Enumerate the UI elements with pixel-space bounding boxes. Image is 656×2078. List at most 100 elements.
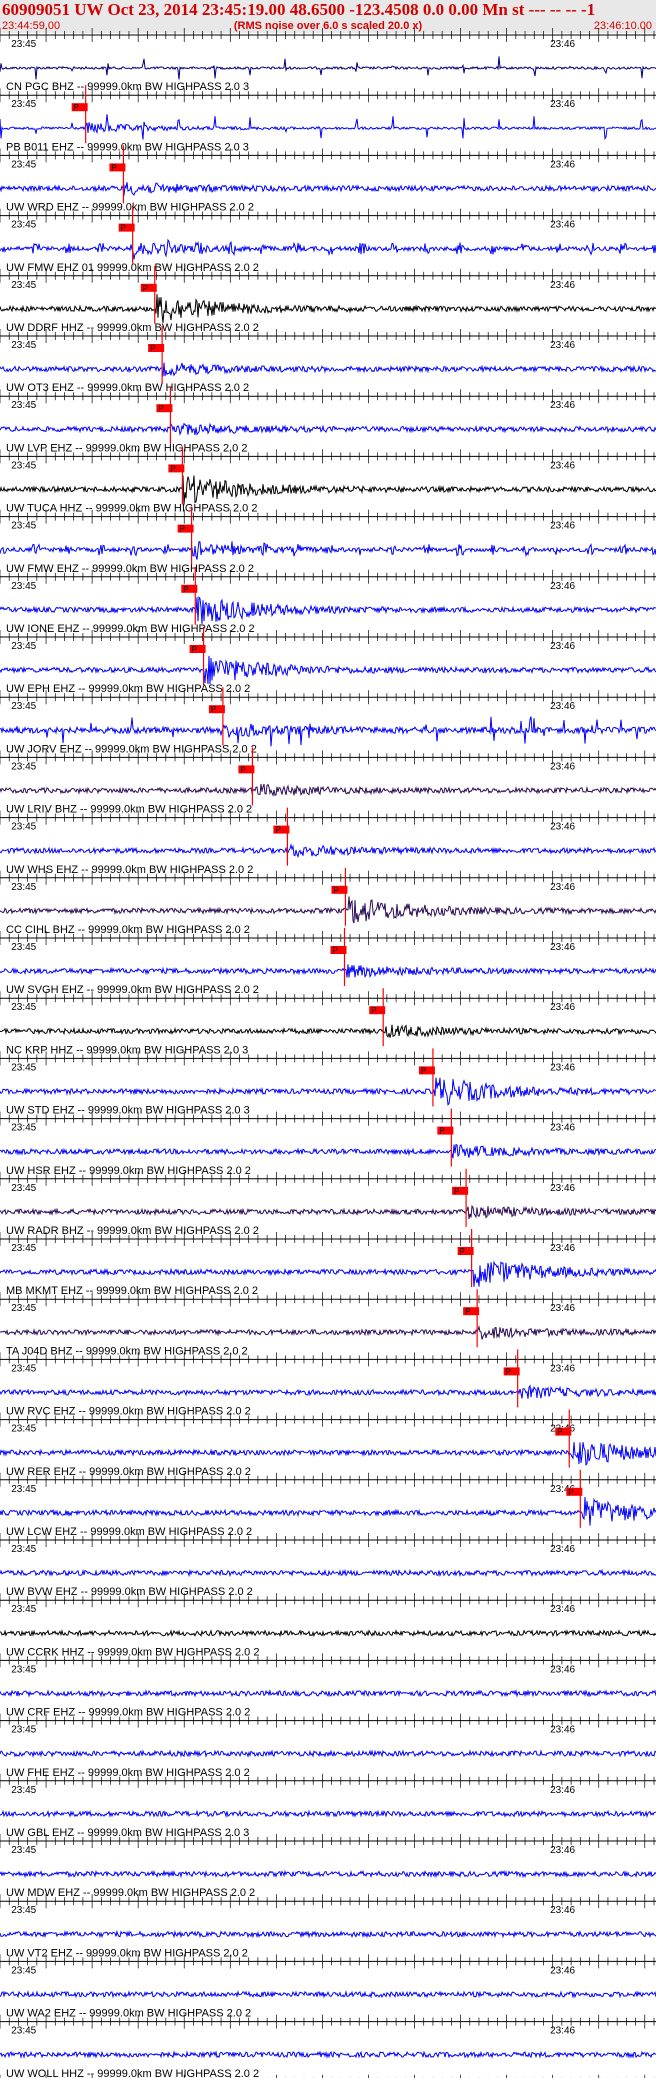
station-label: UW FMW EHZ -- 99999.0km BW HIGHPASS 2.0 … [6,563,254,575]
waveform-trace [0,1324,656,1340]
time-tick-label: 23:45 [11,822,36,833]
pick-label: P [143,284,148,293]
station-label: UW VT2 EHZ -- 99999.0km BW HIGHPASS 2.0 … [6,1947,248,1959]
time-tick-label: 23:45 [11,1183,36,1194]
time-tick-label: 23:46 [550,220,575,231]
waveform-trace [0,56,656,80]
pick-label: P [183,585,188,594]
time-tick-label: 23:45 [11,942,36,953]
time-tick-label: 23:45 [11,1905,36,1916]
waveform-trace [0,1990,656,1999]
waveform-trace [0,1869,656,1879]
station-label: UW CCRK HHZ -- 99999.0km BW HIGHPASS 2.0… [6,1646,259,1658]
station-label: UW FHE EHZ -- 99999.0km BW HIGHPASS 2.0 … [6,1767,250,1779]
station-label: NC KRP HHZ -- 99999.0km BW HIGHPASS 2.0 … [6,1044,248,1056]
time-tick-label: 23:45 [11,1544,36,1555]
time-tick-label: 23:45 [11,641,36,652]
time-tick-label: 23:46 [550,1785,575,1796]
waveform-trace [0,2050,656,2060]
waveform-trace [0,1496,656,1526]
waveform-trace [0,294,656,323]
time-tick-label: 23:45 [11,1785,36,1796]
time-tick-label: 23:46 [550,400,575,411]
waveform-trace [0,362,656,377]
time-tick-label: 23:46 [550,822,575,833]
station-label: UW CRF EHZ -- 99999.0km BW HIGHPASS 2.0 … [6,1707,250,1719]
time-tick-label: 23:46 [550,581,575,592]
time-tick-label: 23:46 [550,1604,575,1615]
pick-label: P [439,1127,444,1136]
waveform-trace [0,1749,656,1758]
station-label: UW OT3 EHZ -- 99999.0km BW HIGHPASS 2.0 … [6,382,249,394]
pick-label: P [170,464,175,473]
time-tick-label: 23:46 [550,460,575,471]
seismogram-plot: 23:45 23:46 23:45 23:46 CN PGC BHZ -- 99999.… [0,28,656,2078]
time-tick-label: 23:46 [550,1544,575,1555]
pick-label: P [371,1006,376,1015]
time-tick-label: 23:46 [550,1664,575,1675]
waveform-trace [0,1809,656,1819]
pick-label: P [240,765,245,774]
time-tick-label: 23:45 [11,882,36,893]
waveform-trace [0,1384,656,1399]
time-tick-label: 23:45 [11,1363,36,1374]
time-tick-label: 23:46 [550,641,575,652]
waveform-trace [0,1260,656,1287]
time-tick-label: 23:45 [11,1604,36,1615]
station-label: UW LVP EHZ -- 99999.0km BW HIGHPASS 2.0 … [6,442,247,454]
station-label: PB B011 EHZ -- 99999.0km BW HIGHPASS 2.0… [6,141,249,153]
waveform-trace [0,964,656,978]
pick-label: P [111,163,116,172]
time-tick-label: 23:46 [550,159,575,170]
station-label: MB MKMT EHZ -- 99999.0km BW HIGHPASS 2.0… [6,1285,258,1297]
waveform-trace [0,541,656,560]
time-tick-label: 23:46 [550,1363,575,1374]
pick-label: P [568,1488,573,1497]
waveform-trace [0,1024,656,1038]
time-tick-label: 23:45 [11,220,36,231]
waveform-trace [0,114,656,141]
pick-label: P [557,1428,562,1437]
pick-label: P [180,525,185,534]
time-tick-label: 23:45 [11,581,36,592]
pick-label: P [506,1367,511,1376]
pick-label: P [192,645,197,654]
time-tick-label: 23:46 [550,1002,575,1013]
station-label: UW JORV EHZ -- 99999.0km BW HIGHPASS 2.0… [6,743,257,755]
waveform-trace [0,655,656,685]
time-tick-label: 23:46 [550,701,575,712]
waveform-trace [0,1143,656,1159]
time-tick-label: 23:46 [550,942,575,953]
pick-label: P [333,946,338,955]
time-tick-label: 23:45 [11,1725,36,1736]
time-tick-label: 23:45 [11,1303,36,1314]
waveform-trace [0,1629,656,1638]
time-tick-label: 23:45 [11,761,36,772]
station-label: UW TUCA HHZ -- 99999.0km BW HIGHPASS 2.0… [6,503,257,515]
time-tick-label: 23:46 [550,1183,575,1194]
time-tick-label: 23:45 [11,1062,36,1073]
pick-label: P [465,1307,470,1316]
station-label: UW HSR EHZ -- 99999.0km BW HIGHPASS 2.0 … [6,1165,251,1177]
station-label: UW IONE EHZ -- 99999.0km BW HIGHPASS 2.0… [6,623,255,635]
station-label: UW WRD EHZ -- 99999.0km BW HIGHPASS 2.0 … [6,202,254,214]
time-tick-label: 23:45 [11,1845,36,1856]
time-tick-label: 23:46 [550,1725,575,1736]
time-tick-label: 23:45 [11,2026,36,2037]
time-tick-label: 23:46 [550,99,575,110]
station-label: CC CIHL BHZ -- 99999.0km BW HIGHPASS 2.0… [6,924,250,936]
station-label: UW SVGH EHZ -- 99999.0km BW HIGHPASS 2.0… [6,984,259,996]
pick-label: P [454,1187,459,1196]
time-tick-label: 23:46 [550,39,575,50]
waveform-trace [0,716,656,747]
time-tick-label: 23:46 [550,882,575,893]
time-tick-label: 23:45 [11,1123,36,1134]
pick-label: P [421,1066,426,1075]
pick-label: P [333,886,338,895]
station-label: UW LCW EHZ -- 99999.0km BW HIGHPASS 2.0 … [6,1526,252,1538]
pick-label: P [121,224,126,233]
waveform-trace [0,238,656,260]
waveform-trace [0,422,656,436]
time-tick-label: 23:45 [11,1484,36,1495]
station-label: UW STD EHZ -- 99999.0km BW HIGHPASS 2.0 … [6,1105,250,1117]
